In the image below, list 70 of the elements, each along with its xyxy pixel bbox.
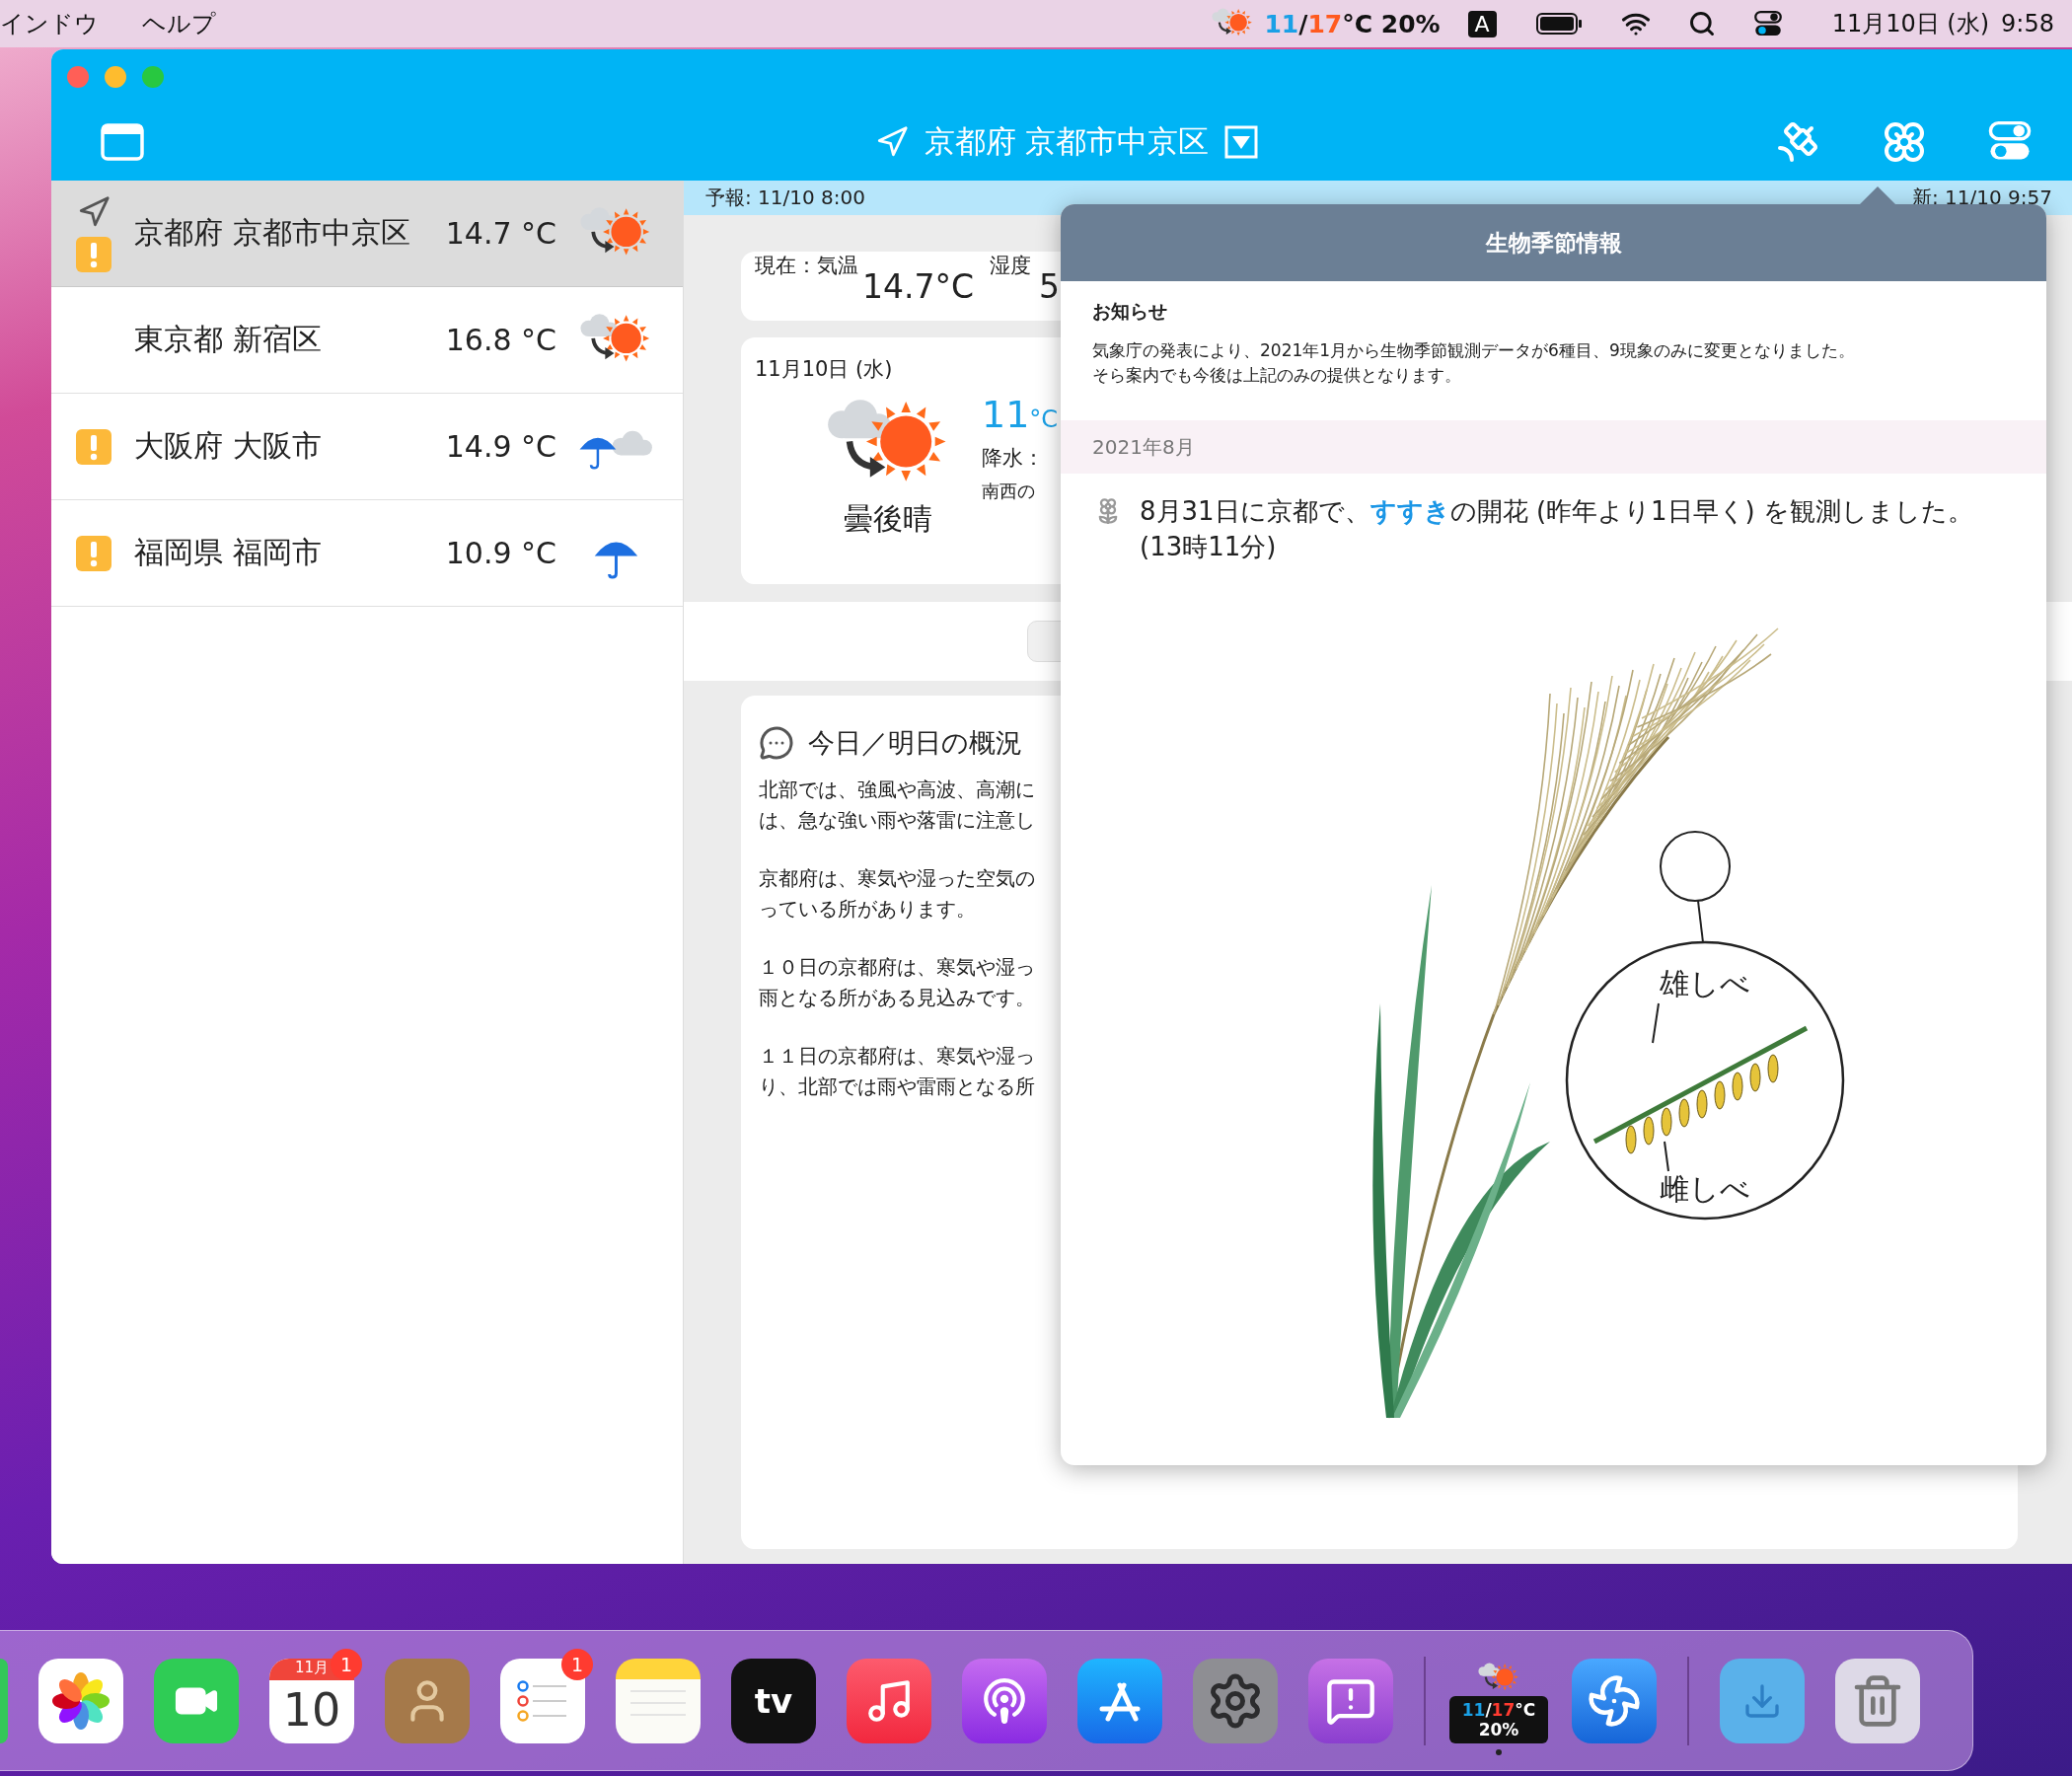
day-temperature: 11°C — [982, 393, 1059, 436]
menu-time[interactable]: 9:58 — [2001, 10, 2054, 37]
notice-title: お知らせ — [1092, 299, 1168, 324]
menu-date[interactable]: 11月10日 (水) — [1831, 8, 1990, 39]
notes-app-icon[interactable] — [616, 1658, 701, 1743]
location-temperature: 14.9 °C — [445, 429, 556, 464]
window-title: 京都府 京都市中京区 — [924, 122, 1210, 161]
location-row[interactable]: 京都府 京都市中京区 14.7 °C — [51, 181, 683, 287]
humidity-label: 湿度 — [990, 253, 1032, 279]
stamen-label: 雄しべ — [1660, 966, 1750, 1000]
precipitation-reading: 20% — [1478, 1719, 1519, 1739]
location-temperature: 14.7 °C — [445, 216, 556, 251]
feedback-app-icon[interactable] — [1308, 1658, 1393, 1743]
current-temperature: 14.7°C — [862, 266, 975, 306]
location-dropdown-button[interactable] — [1224, 125, 1259, 159]
video-app-icon[interactable] — [154, 1658, 239, 1743]
sidebar-toggle-button[interactable] — [101, 123, 144, 161]
contacts-app-icon[interactable] — [385, 1658, 470, 1743]
overview-paragraph: 京都府は、寒気や湿った空気のっている所があります。 — [759, 865, 1035, 923]
menu-item[interactable]: インドウ — [0, 8, 99, 39]
calendar-day: 10 — [282, 1682, 341, 1737]
notification-badge: 1 — [561, 1648, 593, 1680]
overview-paragraph: １０日の京都府は、寒気や湿っ雨となる所がある見込みです。 — [759, 954, 1035, 1011]
notice-text: 気象庁の発表により、2021年1月から生物季節観測データが6種目、9現象のみに変更となりました。 — [1092, 339, 1855, 362]
precipitation-label: 降水： — [982, 445, 1044, 472]
popover-title: 生物季節情報 — [1485, 228, 1622, 258]
fan-app-icon[interactable] — [1572, 1658, 1657, 1743]
pistil-label: 雌しべ — [1660, 1171, 1750, 1206]
location-name: 福岡県 福岡市 — [134, 534, 323, 571]
location-name: 大阪府 大阪市 — [134, 427, 323, 465]
forecast-time: 予報: 11/10 8:00 — [705, 185, 865, 211]
warning-icon — [76, 535, 111, 571]
battery-icon[interactable] — [1535, 12, 1584, 36]
settings-app-icon[interactable] — [1193, 1658, 1278, 1743]
tv-app-icon[interactable]: tv — [731, 1658, 816, 1743]
location-name: 東京都 新宿区 — [134, 321, 323, 358]
temperature-widget[interactable]: 11/17°C 20% — [1449, 1695, 1548, 1743]
overview-paragraph: １１日の京都府は、寒気や湿っり、北部では雨や雷雨となる所 — [759, 1043, 1035, 1100]
input-source-indicator[interactable]: A — [1467, 10, 1497, 37]
trash-app-icon[interactable] — [1835, 1658, 1920, 1743]
search-icon[interactable] — [1687, 10, 1716, 37]
day-date: 11月10日 (水) — [755, 356, 893, 383]
month-label: 2021年8月 — [1092, 433, 1195, 461]
overview-paragraph: 北部では、強風や高波、高潮には、急な強い雨や落雷に注意し — [759, 777, 1035, 834]
observation-text: 8月31日に京都で、すすき の開花 (昨年より1日早く) を観測しました。 (13時11分) — [1140, 495, 1973, 563]
warning-icon — [76, 428, 111, 465]
menu-item[interactable]: ヘルプ — [142, 8, 216, 39]
control-center-icon[interactable] — [1752, 9, 1783, 38]
store-app-icon[interactable] — [1077, 1658, 1162, 1743]
location-name: 京都府 京都市中京区 — [134, 214, 411, 252]
notification-badge: 1 — [331, 1648, 362, 1680]
list-app-icon[interactable] — [500, 1658, 585, 1743]
weather-label: 曇後晴 — [844, 500, 932, 538]
podcast-app-icon[interactable] — [962, 1658, 1047, 1743]
notice-text: そら案内でも今後は上記のみの提供となります。 — [1092, 364, 1461, 387]
music-app-icon[interactable] — [847, 1658, 931, 1743]
humidity-value: 5 — [1039, 266, 1061, 306]
wind-text: 南西の — [982, 480, 1035, 503]
warning-icon — [76, 236, 111, 272]
speech-bubble-icon — [759, 725, 794, 761]
location-temperature: 10.9 °C — [445, 536, 556, 570]
temperature-reading: 11/17°C — [1461, 1699, 1536, 1720]
location-temperature: 16.8 °C — [445, 323, 556, 357]
tv-label: tv — [754, 1680, 793, 1721]
fan-icon — [1587, 1672, 1642, 1729]
flower-app-icon[interactable] — [38, 1658, 123, 1743]
current-label: 現在：気温 — [755, 253, 858, 279]
pinwheel-icon — [51, 1670, 111, 1731]
menu-weather-reading[interactable]: 11/17°C 20% — [1264, 9, 1441, 38]
overview-title: 今日／明日の概況 — [808, 726, 1022, 760]
